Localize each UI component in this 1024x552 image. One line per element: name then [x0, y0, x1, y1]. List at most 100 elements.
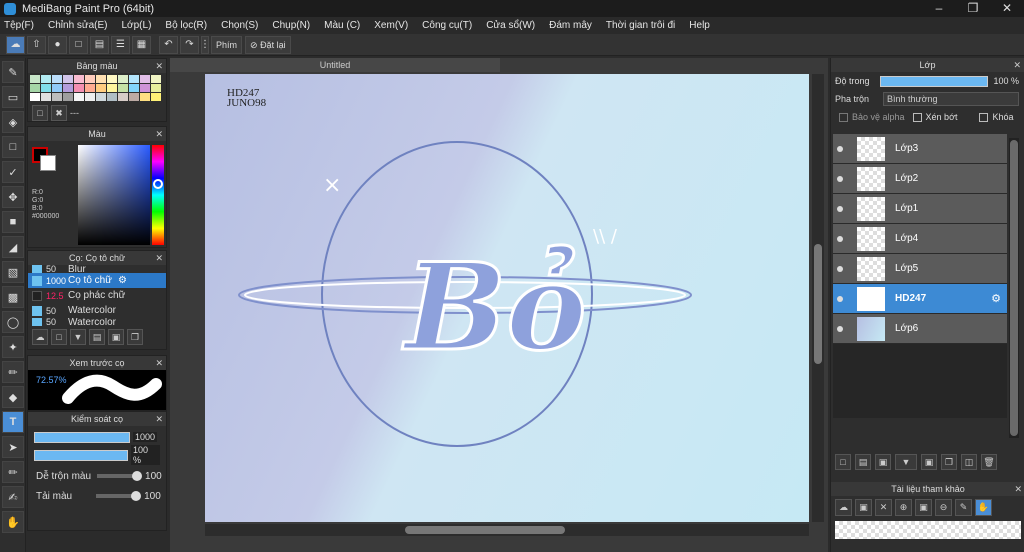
brush-copy-icon[interactable]: ▤: [89, 329, 105, 345]
menu-help[interactable]: Help: [689, 20, 710, 31]
magic-wand-icon[interactable]: ✦: [2, 336, 24, 358]
palette-swatch[interactable]: [151, 84, 161, 92]
hue-slider[interactable]: [152, 145, 164, 245]
operation-icon[interactable]: ➤: [2, 436, 24, 458]
layer-item[interactable]: Lớp2: [833, 164, 1007, 194]
menu-file[interactable]: Tệp(F): [4, 20, 34, 31]
eye-icon[interactable]: [837, 205, 843, 212]
list-icon[interactable]: ☰: [111, 35, 130, 54]
select-pen-icon[interactable]: ✏: [2, 361, 24, 383]
palette-swatch[interactable]: [74, 84, 84, 92]
clipping-checkbox[interactable]: [912, 112, 922, 122]
layer-scrollbar[interactable]: [1009, 138, 1019, 438]
palette-swatch[interactable]: [63, 84, 73, 92]
menu-timelapse[interactable]: Thời gian trôi đi: [606, 20, 675, 31]
open-icon[interactable]: ▣: [855, 499, 872, 516]
palette-swatch[interactable]: [52, 93, 62, 101]
palette-swatch[interactable]: [30, 93, 40, 101]
eye-icon[interactable]: [837, 175, 843, 182]
close-icon[interactable]: ✕: [155, 59, 163, 73]
fit-icon[interactable]: ▣: [915, 499, 932, 516]
palette-swatch[interactable]: [96, 84, 106, 92]
palette-swatch[interactable]: [41, 75, 51, 83]
gradient-icon[interactable]: ▧: [2, 261, 24, 283]
menu-layer[interactable]: Lớp(L): [122, 20, 152, 31]
document-icon[interactable]: ▤: [90, 35, 109, 54]
artboard[interactable]: HD247 JUNO98 × \\ / Bỏ: [205, 74, 809, 522]
layer-menu-icon[interactable]: ▼: [895, 454, 917, 470]
cloud-icon[interactable]: ☁: [835, 499, 852, 516]
fg-bg-colors[interactable]: [32, 147, 60, 175]
brush-item[interactable]: 12.5 Cọ phác chữ: [28, 288, 166, 303]
grid-icon[interactable]: ▦: [132, 35, 151, 54]
select-eraser-icon[interactable]: ◆: [2, 386, 24, 408]
palette-swatch[interactable]: [96, 93, 106, 101]
canvas-hscroll[interactable]: [205, 524, 809, 536]
palette-swatch[interactable]: [96, 75, 106, 83]
opacity-bar[interactable]: [34, 449, 129, 461]
layer-item[interactable]: Lớp3: [833, 134, 1007, 164]
close-icon[interactable]: ✕: [155, 251, 163, 265]
eyedropper-icon[interactable]: ✍: [2, 486, 24, 508]
palette-swatch[interactable]: [63, 93, 73, 101]
reference-canvas[interactable]: [835, 521, 1021, 539]
palette-swatch[interactable]: [107, 75, 117, 83]
layer-item[interactable]: Lớp1: [833, 194, 1007, 224]
close-icon[interactable]: ✕: [1013, 58, 1021, 72]
zoom-in-icon[interactable]: ⊕: [895, 499, 912, 516]
new-layer-icon[interactable]: □: [835, 454, 851, 470]
new-palette-icon[interactable]: □: [32, 105, 48, 121]
add-brush-icon[interactable]: □: [51, 329, 67, 345]
gear-icon[interactable]: ⚙: [991, 292, 1001, 305]
palette-swatch[interactable]: [74, 93, 84, 101]
vscroll-thumb[interactable]: [814, 244, 822, 364]
palette-swatch[interactable]: [118, 84, 128, 92]
delete-palette-icon[interactable]: ✖: [51, 105, 67, 121]
folder-icon[interactable]: ▣: [921, 454, 937, 470]
layer-scroll-thumb[interactable]: [1010, 140, 1018, 436]
delete-layer-icon[interactable]: 🗑: [981, 454, 997, 470]
maximize-button[interactable]: ❐: [956, 0, 990, 17]
redo-icon[interactable]: ↷: [180, 35, 199, 54]
palette-swatch[interactable]: [140, 84, 150, 92]
palette-swatch[interactable]: [129, 84, 139, 92]
duplicate-layer-icon[interactable]: ❐: [941, 454, 957, 470]
palette-swatch[interactable]: [74, 75, 84, 83]
layer-opacity-bar[interactable]: [879, 75, 988, 87]
layer-item[interactable]: Lớp4: [833, 224, 1007, 254]
share-icon[interactable]: ⇧: [27, 35, 46, 54]
menu-select[interactable]: Chọn(S): [221, 20, 258, 31]
close-icon[interactable]: ✕: [155, 127, 163, 141]
minimize-button[interactable]: –: [922, 0, 956, 17]
menu-tools[interactable]: Công cụ(T): [422, 20, 472, 31]
palette-swatch[interactable]: [41, 84, 51, 92]
palette-swatch[interactable]: [151, 75, 161, 83]
brush-item[interactable]: 50 Watercolor: [28, 318, 166, 326]
layer-item[interactable]: Lớp5: [833, 254, 1007, 284]
palette-swatch[interactable]: [151, 93, 161, 101]
pick-color-icon[interactable]: ✎: [955, 499, 972, 516]
move-icon[interactable]: ✥: [2, 186, 24, 208]
menu-cloud[interactable]: Đám mây: [549, 20, 592, 31]
duplicate-icon[interactable]: ❐: [127, 329, 143, 345]
eye-icon[interactable]: [837, 265, 843, 272]
eraser-icon[interactable]: ▭: [2, 86, 24, 108]
palette-swatch[interactable]: [140, 93, 150, 101]
size-slider[interactable]: 1000: [34, 430, 160, 444]
canvas-vscroll[interactable]: [812, 74, 824, 522]
hscroll-thumb[interactable]: [405, 526, 565, 534]
document-tab[interactable]: Untitled: [170, 58, 500, 72]
background-color[interactable]: [40, 155, 56, 171]
palette-swatch[interactable]: [118, 75, 128, 83]
rect-icon[interactable]: ■: [2, 211, 24, 233]
select-rect-icon[interactable]: □: [2, 136, 24, 158]
close-icon[interactable]: ✕: [1014, 482, 1022, 496]
palette-swatch[interactable]: [107, 93, 117, 101]
close-ref-icon[interactable]: ✕: [875, 499, 892, 516]
merge-layer-icon[interactable]: ◫: [961, 454, 977, 470]
gear-icon[interactable]: ⚙: [118, 275, 127, 286]
marquee-icon[interactable]: ▩: [2, 286, 24, 308]
close-button[interactable]: ✕: [990, 0, 1024, 17]
palette-swatches[interactable]: [28, 73, 166, 103]
hand-icon[interactable]: ✋: [2, 511, 24, 533]
